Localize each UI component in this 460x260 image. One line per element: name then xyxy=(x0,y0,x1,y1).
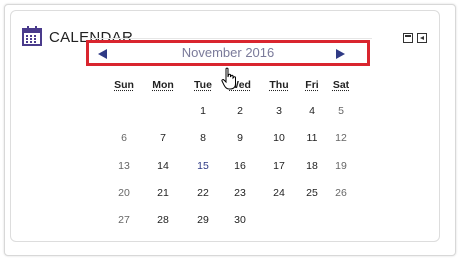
day-cell[interactable]: 7 xyxy=(146,132,180,144)
calendar-icon xyxy=(22,26,42,46)
month-label[interactable]: November 2016 xyxy=(89,45,367,61)
dock-icon[interactable] xyxy=(417,33,427,43)
day-cell[interactable]: 5 xyxy=(324,105,358,117)
day-cell[interactable]: 26 xyxy=(324,187,358,199)
day-cell[interactable]: 22 xyxy=(186,187,220,199)
day-cell[interactable]: 21 xyxy=(146,187,180,199)
day-cell[interactable]: 12 xyxy=(324,132,358,144)
day-cell[interactable]: 19 xyxy=(324,160,358,172)
weekday-header: Mon xyxy=(152,79,174,91)
day-cell[interactable]: 28 xyxy=(146,214,180,226)
day-cell[interactable]: 27 xyxy=(107,214,141,226)
hand-cursor-icon xyxy=(221,67,236,90)
day-cell[interactable]: 30 xyxy=(223,214,257,226)
weekday-header: Sun xyxy=(114,79,134,91)
day-cell[interactable]: 10 xyxy=(262,132,296,144)
day-cell[interactable]: 24 xyxy=(262,187,296,199)
day-cell[interactable]: 8 xyxy=(186,132,220,144)
day-cell[interactable]: 1 xyxy=(186,105,220,117)
weekday-header: Thu xyxy=(269,79,289,91)
day-cell[interactable]: 6 xyxy=(107,132,141,144)
day-cell[interactable]: 17 xyxy=(262,160,296,172)
day-cell[interactable]: 13 xyxy=(107,160,141,172)
day-cell[interactable]: 15 xyxy=(186,160,220,172)
weekday-header: Sat xyxy=(332,79,350,91)
day-cell[interactable]: 20 xyxy=(107,187,141,199)
day-cell[interactable]: 2 xyxy=(223,105,257,117)
day-cell[interactable]: 16 xyxy=(223,160,257,172)
minimize-icon[interactable] xyxy=(403,33,413,43)
day-cell[interactable]: 23 xyxy=(223,187,257,199)
day-cell[interactable]: 29 xyxy=(186,214,220,226)
day-cell[interactable]: 9 xyxy=(223,132,257,144)
next-month-arrow-icon[interactable] xyxy=(336,49,345,59)
month-navigation: November 2016 xyxy=(86,40,370,66)
weekday-header: Tue xyxy=(194,79,212,91)
day-cell[interactable]: 3 xyxy=(262,105,296,117)
header-divider xyxy=(91,38,372,39)
day-cell[interactable]: 14 xyxy=(146,160,180,172)
